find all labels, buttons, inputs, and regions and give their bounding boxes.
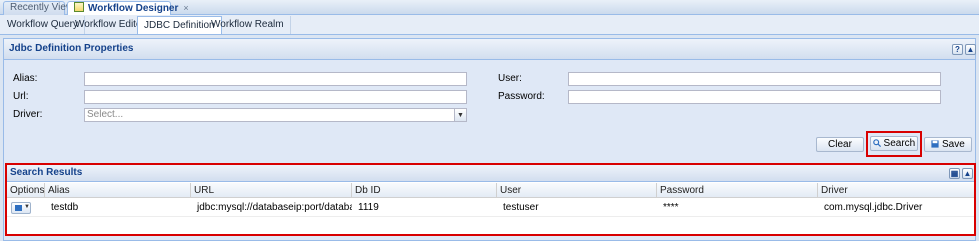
save-button[interactable]: Save	[924, 137, 972, 152]
column-header[interactable]: User	[497, 183, 657, 198]
collapse-icon[interactable]: ▲	[965, 44, 976, 55]
tab-workflow-designer-label: Workflow Designer	[88, 3, 179, 14]
db-id-cell: 1119	[358, 202, 379, 213]
column-header[interactable]: Options	[7, 183, 45, 198]
tab-recently-view-label: Recently View	[10, 2, 74, 13]
password-label: Password:	[498, 91, 545, 102]
url-input[interactable]	[84, 90, 467, 104]
user-label: User:	[498, 73, 522, 84]
help-icon[interactable]: ?	[952, 44, 963, 55]
column-header[interactable]: Password	[657, 183, 818, 198]
tab-workflow-editor-label: Workflow Editor	[75, 19, 145, 30]
grid-header-row: Options Alias URL Db ID User Password Dr…	[7, 183, 974, 198]
alias-cell: testdb	[51, 202, 79, 213]
password-input[interactable]	[568, 90, 941, 104]
alias-input[interactable]	[84, 72, 467, 86]
column-header[interactable]: URL	[191, 183, 352, 198]
sub-tab-bar: Workflow Query Workflow Editor JDBC Defi…	[0, 15, 979, 35]
search-button[interactable]: Search	[870, 136, 918, 151]
url-cell: jdbc:mysql://databaseip:port/databasenam…	[197, 202, 352, 213]
chevron-down-icon[interactable]: ▼	[455, 108, 467, 122]
password-cell: ****	[663, 202, 679, 213]
tab-recently-view[interactable]: Recently View	[3, 1, 73, 15]
tab-workflow-realm[interactable]: Workflow Realm	[205, 16, 291, 34]
options-icon	[15, 205, 22, 211]
export-excel-icon[interactable]: ▦	[949, 168, 960, 179]
clear-button[interactable]: Clear	[816, 137, 864, 152]
top-tab-bar: Recently View Workflow Designer ×	[0, 0, 979, 16]
tab-workflow-realm-label: Workflow Realm	[211, 19, 284, 30]
column-header[interactable]: Alias	[45, 183, 191, 198]
search-icon	[872, 139, 881, 147]
form-area: Alias: Url: Driver: Select... ▼ User: Pa…	[4, 61, 975, 161]
row-options-button[interactable]: ▼	[11, 202, 31, 214]
tab-workflow-designer[interactable]: Workflow Designer ×	[67, 1, 189, 16]
url-label: Url:	[13, 91, 29, 102]
driver-select[interactable]: Select...	[84, 108, 455, 122]
workflow-designer-icon	[74, 2, 84, 12]
driver-cell: com.mysql.jdbc.Driver	[824, 202, 923, 213]
tab-jdbc-definition-label: JDBC Definition	[144, 20, 215, 31]
collapse-icon[interactable]: ▲	[962, 168, 973, 179]
user-input[interactable]	[568, 72, 941, 86]
clear-button-label: Clear	[828, 139, 852, 150]
column-header[interactable]: Db ID	[352, 183, 497, 198]
save-icon	[931, 140, 939, 148]
panel-title: Jdbc Definition Properties	[9, 43, 134, 54]
column-header[interactable]: Driver	[818, 183, 974, 198]
user-cell: testuser	[503, 202, 539, 213]
search-results-panel: Search Results ▦ ▲ Options Alias URL Db …	[5, 163, 976, 236]
results-title: Search Results	[10, 167, 83, 178]
chevron-down-icon: ▼	[24, 204, 30, 210]
tab-workflow-query-label: Workflow Query	[7, 19, 78, 30]
save-button-label: Save	[941, 139, 965, 150]
results-header: Search Results ▦ ▲	[7, 165, 974, 182]
table-row[interactable]: ▼ testdb jdbc:mysql://databaseip:port/da…	[7, 199, 974, 217]
panel-header: Jdbc Definition Properties ? ▲	[4, 39, 976, 60]
alias-label: Alias:	[13, 73, 38, 84]
driver-label: Driver:	[13, 109, 43, 120]
close-icon[interactable]: ×	[183, 3, 188, 13]
search-button-label: Search	[883, 138, 916, 149]
